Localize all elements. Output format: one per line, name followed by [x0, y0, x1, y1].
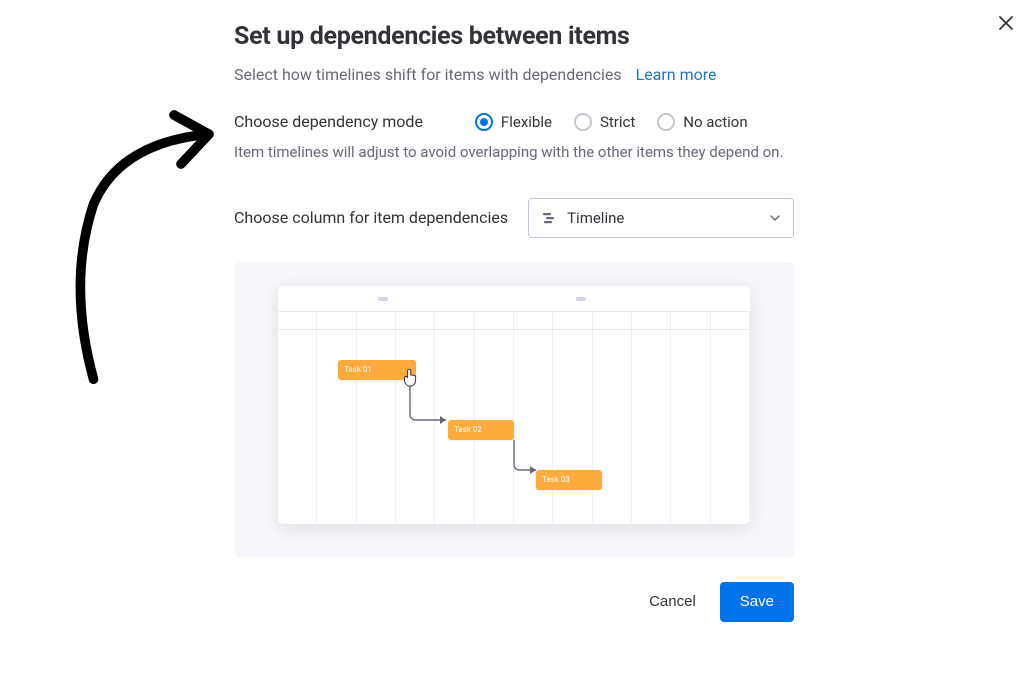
preview-task-bar: Task 03 [536, 470, 602, 490]
gantt-preview: Task 01 Task 02 Task 03 [278, 286, 750, 524]
radio-label: No action [683, 113, 747, 131]
dialog-subtitle: Select how timelines shift for items wit… [234, 65, 622, 84]
radio-label: Strict [600, 113, 635, 131]
column-select-label: Timeline [567, 209, 624, 227]
save-button[interactable]: Save [720, 582, 794, 622]
dependency-mode-description: Item timelines will adjust to avoid over… [234, 141, 794, 164]
timeline-icon [541, 210, 557, 226]
cancel-button[interactable]: Cancel [633, 582, 712, 622]
dependency-preview-panel: Task 01 Task 02 Task 03 [234, 262, 794, 558]
close-button[interactable] [994, 12, 1018, 36]
cursor-hand-icon [402, 368, 418, 388]
learn-more-link[interactable]: Learn more [636, 65, 717, 84]
preview-task-bar: Task 02 [448, 420, 514, 440]
radio-option-strict[interactable]: Strict [574, 113, 635, 131]
dependency-arrow-icon [510, 440, 544, 480]
close-icon [998, 15, 1014, 31]
dialog-title: Set up dependencies between items [234, 22, 794, 51]
dialog-subtitle-row: Select how timelines shift for items wit… [234, 65, 794, 84]
radio-option-flexible[interactable]: Flexible [475, 113, 552, 131]
dependency-column-select[interactable]: Timeline [528, 198, 794, 238]
radio-icon [475, 113, 493, 131]
radio-option-no-action[interactable]: No action [657, 113, 747, 131]
chevron-down-icon [769, 212, 781, 224]
annotation-arrow-icon [46, 108, 246, 388]
dependency-column-label: Choose column for item dependencies [234, 208, 508, 227]
dependency-column-row: Choose column for item dependencies Time… [234, 198, 794, 238]
dependency-mode-row: Choose dependency mode Flexible Strict N… [234, 112, 794, 131]
dependency-mode-label: Choose dependency mode [234, 112, 423, 131]
dialog-footer: Cancel Save [234, 582, 794, 622]
dependency-dialog: Set up dependencies between items Select… [234, 22, 794, 622]
radio-icon [657, 113, 675, 131]
radio-label: Flexible [501, 113, 552, 131]
radio-icon [574, 113, 592, 131]
